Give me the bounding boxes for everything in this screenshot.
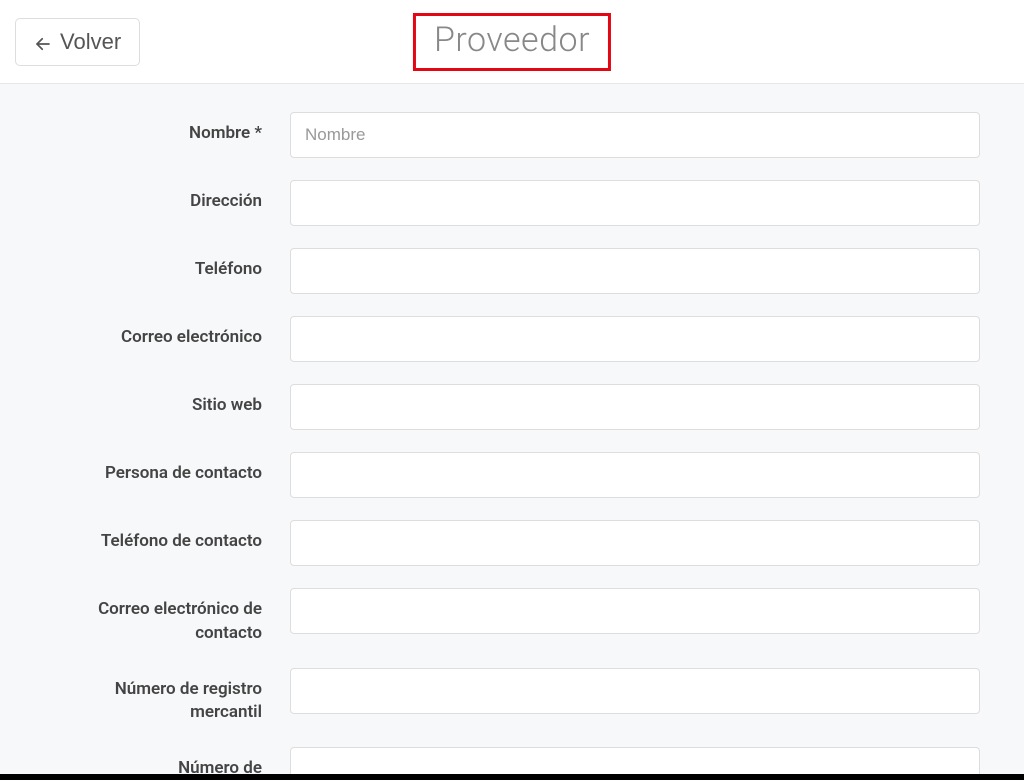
back-button-label: Volver [60, 29, 121, 55]
input-correo[interactable] [290, 316, 980, 362]
form-row-registro-mercantil: Número de registro mercantil [40, 668, 984, 726]
input-telefono-contacto[interactable] [290, 520, 980, 566]
form-row-telefono: Teléfono [40, 248, 984, 294]
form-row-persona-contacto: Persona de contacto [40, 452, 984, 498]
label-registro-mercantil: Número de registro mercantil [40, 668, 290, 726]
form-row-direccion: Dirección [40, 180, 984, 226]
input-nombre[interactable] [290, 112, 980, 158]
label-correo: Correo electrónico [40, 316, 290, 350]
label-correo-contacto: Correo electrónico de contacto [40, 588, 290, 646]
page-title-highlight: Proveedor [413, 13, 611, 71]
input-telefono[interactable] [290, 248, 980, 294]
form-row-nombre: Nombre * [40, 112, 984, 158]
form-row-telefono-contacto: Teléfono de contacto [40, 520, 984, 566]
label-telefono: Teléfono [40, 248, 290, 282]
input-registro-mercantil[interactable] [290, 668, 980, 714]
back-button[interactable]: Volver [15, 18, 140, 66]
page-header: Volver Proveedor [0, 0, 1024, 84]
input-sitioweb[interactable] [290, 384, 980, 430]
bottom-border [0, 774, 1024, 780]
input-persona-contacto[interactable] [290, 452, 980, 498]
input-direccion[interactable] [290, 180, 980, 226]
arrow-left-icon [34, 33, 52, 51]
label-persona-contacto: Persona de contacto [40, 452, 290, 486]
form-scroll-area[interactable]: Nombre * Dirección Teléfono Correo elect… [0, 84, 1024, 780]
form-row-correo: Correo electrónico [40, 316, 984, 362]
form-row-sitioweb: Sitio web [40, 384, 984, 430]
label-telefono-contacto: Teléfono de contacto [40, 520, 290, 554]
form-row-correo-contacto: Correo electrónico de contacto [40, 588, 984, 646]
label-nombre: Nombre * [40, 112, 290, 146]
input-correo-contacto[interactable] [290, 588, 980, 634]
label-sitioweb: Sitio web [40, 384, 290, 418]
page-title: Proveedor [434, 20, 590, 60]
label-direccion: Dirección [40, 180, 290, 214]
